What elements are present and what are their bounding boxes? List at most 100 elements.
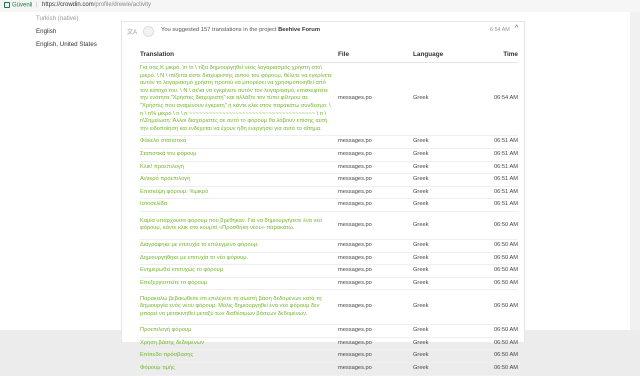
- time-cell: 06:51 AM: [468, 173, 518, 187]
- table-row: Ιστοσελίδα messages.po Greek 06:51 AM: [140, 198, 518, 212]
- languages-list: Turkish (native) English English, United…: [36, 12, 126, 51]
- language-cell: Greek: [413, 277, 468, 291]
- translation-cell[interactable]: Παρακαλώ βεβαιωθείτε ότι επιλέγετε τη σω…: [140, 289, 338, 326]
- language-cell: Greek: [413, 337, 468, 351]
- table-row: Επισκέψη φόρουμ: %μικρό messages.po Greek 0…: [140, 186, 518, 200]
- secure-label: Güvenli: [12, 2, 33, 9]
- language-cell: Greek: [413, 198, 468, 212]
- address-separator: |: [36, 2, 38, 8]
- translation-cell[interactable]: Φόρουμ τιμής: [140, 362, 338, 376]
- time-cell: 06:51 AM: [468, 161, 518, 175]
- file-cell: messages.po: [338, 289, 413, 326]
- language-cell: Greek: [413, 186, 468, 200]
- table-row: Στατιστικά του φόρουμ messages.po Greek 06:…: [140, 148, 518, 162]
- language-cell: Greek: [413, 264, 468, 278]
- translation-cell[interactable]: Προεπιλογή φόρουμ: [140, 324, 338, 338]
- language-cell: Greek: [413, 252, 468, 266]
- table-row: Επίπεδο πρόσβασης messages.po Greek 06:50 A…: [140, 349, 518, 364]
- language-cell: Greek: [413, 289, 468, 326]
- translation-cell[interactable]: Ενημερωθεί επιτυχώς το φόρουμ: [140, 264, 338, 278]
- url-host: https://crowdin.com: [42, 2, 94, 8]
- language-cell: Greek: [413, 239, 468, 253]
- file-cell: messages.po: [338, 324, 413, 338]
- file-cell: messages.po: [338, 252, 413, 266]
- time-cell: 06:50 AM: [468, 289, 518, 326]
- time-cell: 06:50 AM: [468, 277, 518, 291]
- translation-cell[interactable]: Επεξεργαστείτε το φόρουμ: [140, 277, 338, 291]
- time-cell: 06:50 AM: [468, 362, 518, 376]
- language-item: English, United States: [36, 41, 97, 48]
- secure-indicator[interactable]: Güvenli: [4, 2, 32, 9]
- language-cell: Greek: [413, 135, 468, 149]
- file-cell: messages.po: [338, 277, 413, 291]
- column-header-translation: Translation: [140, 50, 338, 63]
- project-link[interactable]: Beehive Forum: [278, 27, 320, 33]
- translation-cell[interactable]: Στατιστικά του φόρουμ: [140, 148, 338, 162]
- file-cell: messages.po: [338, 198, 413, 212]
- language-item: Turkish (native): [36, 15, 79, 22]
- file-cell: messages.po: [338, 161, 413, 175]
- time-cell: 06:50 AM: [468, 252, 518, 266]
- lock-icon: [4, 2, 10, 8]
- avatar[interactable]: [143, 26, 154, 37]
- language-cell: Greek: [413, 148, 468, 162]
- activity-text: You suggested 157 translations in the pr…: [161, 27, 320, 33]
- time-cell: 06:50 AM: [468, 264, 518, 278]
- translation-cell[interactable]: Για σας.Κ μικρό, \n \n \ τίξει δημιουργη…: [140, 62, 338, 137]
- language-cell: Greek: [413, 349, 468, 364]
- file-cell: messages.po: [338, 211, 413, 240]
- time-cell: 06:50 AM: [468, 349, 518, 364]
- collapse-icon[interactable]: ^: [515, 25, 518, 32]
- file-cell: messages.po: [338, 62, 413, 137]
- activity-header[interactable]: 文A You suggested 157 translations in the…: [122, 22, 524, 41]
- language-cell: Greek: [413, 161, 468, 175]
- translation-cell[interactable]: Διαγράφηκε με επιτυχία το επιλεγμένο φόρ…: [140, 239, 338, 253]
- table-row: Για σας.Κ μικρό, \n \n \ τίξει δημιουργη…: [140, 62, 518, 137]
- table-row: Ενημερωθεί επιτυχώς το φόρουμ messages.po…: [140, 264, 518, 278]
- file-cell: messages.po: [338, 173, 413, 187]
- translation-cell[interactable]: Καμία υπάρχουσα φόρουμ που βρέθηκαν. Για…: [140, 211, 338, 240]
- language-cell: Greek: [413, 324, 468, 338]
- time-cell: 06:54 AM: [468, 62, 518, 137]
- language-cell: Greek: [413, 211, 468, 240]
- table-row: Καμία υπάρχουσα φόρουμ που βρέθηκαν. Για…: [140, 211, 518, 240]
- activity-prefix: You suggested 157 translations in the pr…: [161, 27, 277, 33]
- file-cell: messages.po: [338, 148, 413, 162]
- table-header-row: Translation File Language Time: [140, 50, 518, 63]
- translation-cell[interactable]: Χρήση βάσης δεδομένων: [140, 337, 338, 351]
- activity-card: 文A You suggested 157 translations in the…: [121, 21, 525, 376]
- table-row: Παρακαλώ βεβαιωθείτε ότι επιλέγετε τη σω…: [140, 289, 518, 326]
- table-row: Δημιουργήθηκε με επιτυχία το νέο φόρουμ.…: [140, 252, 518, 266]
- translation-cell[interactable]: Δημιουργήθηκε με επιτυχία το νέο φόρουμ.: [140, 252, 338, 266]
- file-cell: messages.po: [338, 186, 413, 200]
- translation-cell[interactable]: Επίπεδο πρόσβασης: [140, 349, 338, 364]
- column-header-language: Language: [413, 50, 468, 63]
- table-row: Χρήση βάσης δεδομένων messages.po Greek 06:…: [140, 337, 518, 351]
- file-cell: messages.po: [338, 135, 413, 149]
- url-path: /profile/drewie/activity: [93, 2, 152, 8]
- translation-cell[interactable]: Επισκέψη φόρουμ: %μικρό: [140, 186, 338, 200]
- url-text[interactable]: https://crowdin.com/profile/drewie/activ…: [42, 2, 151, 8]
- scrollbar[interactable]: [630, 12, 640, 330]
- table-row: Φάκελο στατιστικά messages.po Greek 06:51 A…: [140, 135, 518, 149]
- translation-cell[interactable]: Αν\ικρό προεπιλογή: [140, 173, 338, 187]
- translation-cell[interactable]: Φάκελο στατιστικά: [140, 135, 338, 149]
- translation-cell[interactable]: Κλικ! προεπιλογή: [140, 161, 338, 175]
- language-cell: Greek: [413, 173, 468, 187]
- table-row: Κλικ! προεπιλογή messages.po Greek 06:51 AM: [140, 161, 518, 175]
- time-cell: 06:50 AM: [468, 337, 518, 351]
- translate-icon: 文A: [127, 30, 138, 36]
- translation-cell[interactable]: Ιστοσελίδα: [140, 198, 338, 212]
- table-row: Αν\ικρό προεπιλογή messages.po Greek 06:51 …: [140, 173, 518, 187]
- table-row: Διαγράφηκε με επιτυχία το επιλεγμένο φόρ…: [140, 239, 518, 253]
- file-cell: messages.po: [338, 264, 413, 278]
- translations-table: Translation File Language Time Για σας.Κ…: [140, 50, 518, 376]
- time-cell: 06:51 AM: [468, 148, 518, 162]
- file-cell: messages.po: [338, 337, 413, 351]
- time-cell: 06:51 AM: [468, 186, 518, 200]
- column-header-time: Time: [468, 50, 518, 63]
- time-cell: 06:50 AM: [468, 239, 518, 253]
- table-row: Επεξεργαστείτε το φόρουμ messages.po Greek…: [140, 277, 518, 291]
- table-row: Προεπιλογή φόρουμ messages.po Greek 06:50 A…: [140, 324, 518, 338]
- file-cell: messages.po: [338, 362, 413, 376]
